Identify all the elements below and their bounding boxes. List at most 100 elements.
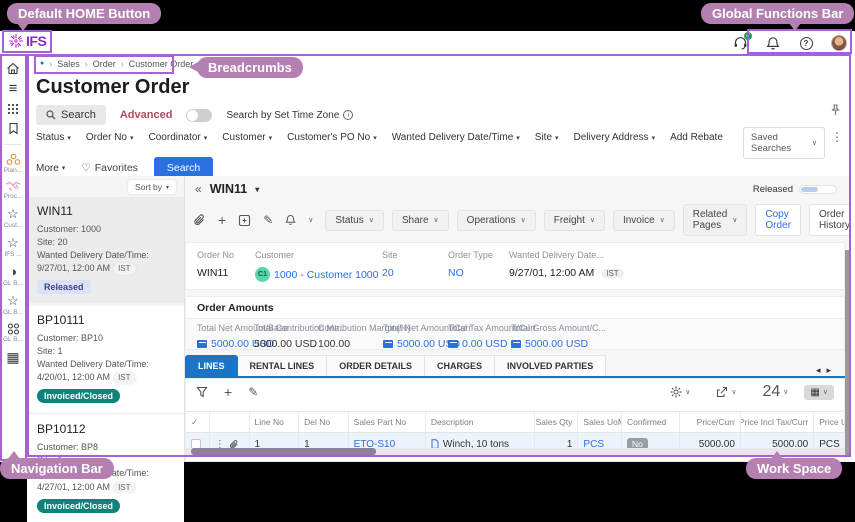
ifs-starburst-icon [8,33,24,49]
tab-charges[interactable]: CHARGES [425,355,495,376]
nav-apps[interactable] [7,103,19,115]
add-line-icon[interactable]: + [224,384,232,400]
search-options-kebab[interactable]: ⋮ [831,130,843,144]
nav-gl-balance-2[interactable]: ☆ GL B... [3,294,23,316]
filter-more[interactable]: More▾ [36,163,65,174]
view-mode-button[interactable]: ▦∨ [804,385,834,400]
timezone-pill: IST [601,269,623,278]
customer-link: 1000 - Customer 1000 [274,269,378,281]
list-item[interactable]: WIN11 Customer: 1000 Site: 20 Wanted Del… [27,197,184,303]
order-amounts-section: Order Amounts Total Net Amount/Base 5000… [185,296,845,350]
callout-breadcrumbs: Breadcrumbs [197,57,303,78]
grid-export[interactable]: ∨ [716,386,736,398]
vertical-scrollbar[interactable] [845,250,850,455]
info-icon[interactable]: i [343,110,353,120]
grid-settings[interactable]: ∨ [670,386,690,398]
assistant-online-badge: ✓ [744,32,752,40]
assistant-headset-icon[interactable]: ✓ [732,35,748,51]
nav-home[interactable] [6,62,20,75]
nav-menu[interactable]: ≡ [9,82,18,96]
filter-delivery-address[interactable]: Delivery Address▾ [574,132,656,143]
filter-coordinator[interactable]: Coordinator▾ [149,132,208,143]
nav-gl-balance-3[interactable]: GL B... [3,323,23,343]
tab-rental-lines[interactable]: RENTAL LINES [238,355,328,376]
filter-bar: Status▾ Order No▾ Coordinator▾ Customer▾… [36,132,726,143]
page-size-select[interactable]: 24∨ [763,383,789,401]
breadcrumb: ● › Sales › Order › Customer Order ⟳ [40,58,206,69]
filter-site[interactable]: Site▾ [535,132,559,143]
duplicate-icon[interactable] [238,214,251,227]
navigation-bar: ≡ Plan... Proc... ☆ Cust... ☆ IFS ... ◑ … [0,54,27,462]
filter-customers-po-no[interactable]: Customer's PO No▾ [287,132,377,143]
invoice-dropdown[interactable]: Invoice∨ [613,210,675,231]
edit-icon[interactable]: ✎ [263,213,273,227]
calculator-icon [448,340,458,348]
breadcrumb-item-order[interactable]: Order [93,59,116,69]
select-all-check[interactable]: ✓ [186,412,210,432]
filter-order-no[interactable]: Order No▾ [86,132,134,143]
home-logo-button[interactable]: IFS [8,33,46,49]
copy-order-button[interactable]: Copy Order [755,204,801,236]
list-item[interactable]: BP10111 Customer: BP10 Site: 1 Wanted De… [27,306,184,412]
apps-grid-icon [7,103,19,115]
notifications-bell-icon[interactable] [765,35,781,51]
released-progress-toggle[interactable] [799,185,837,194]
breadcrumb-home-dot[interactable]: ● [40,60,44,67]
help-history-icon[interactable]: ? [798,35,814,51]
search-mode-button[interactable]: Search [36,105,106,125]
status-badge: Invoiced/Closed [37,389,120,403]
advanced-search-link[interactable]: Advanced [120,109,173,121]
nav-planning[interactable]: Plan... [4,153,22,174]
lines-table: + ✎ ∨ ∨ 24∨ ▦∨ ✓ [185,378,845,462]
freight-dropdown[interactable]: Freight∨ [544,210,605,231]
edit-line-icon[interactable]: ✎ [248,385,258,399]
related-pages-dropdown[interactable]: Related Pages∨ [683,204,748,236]
breadcrumb-item-sales[interactable]: Sales [57,59,80,69]
nav-calculator[interactable]: ▦ [6,350,19,364]
tab-order-details[interactable]: ORDER DETAILS [327,355,425,376]
order-history-button[interactable]: Order History [809,204,851,236]
operations-dropdown[interactable]: Operations∨ [457,210,536,231]
table-header: ✓ Line No Del No Sales Part No Descripti… [186,411,844,433]
breadcrumb-item-customer-order[interactable]: Customer Order [129,59,194,69]
alerts-bell-icon[interactable] [285,214,296,226]
tab-involved-parties[interactable]: INVOLVED PARTIES [495,355,606,376]
timezone-label: Search by Set Time Zone i [226,110,353,121]
collapse-panel-icon[interactable]: « [195,182,202,196]
user-avatar[interactable] [831,35,847,51]
star-icon: ☆ [7,207,19,221]
status-dropdown[interactable]: Status∨ [325,210,383,231]
share-dropdown[interactable]: Share∨ [392,210,449,231]
add-icon[interactable]: + [218,212,226,228]
pin-icon[interactable] [830,104,841,116]
star-icon: ☆ [7,236,19,250]
record-list-panel: Sort by▾ WIN11 Customer: 1000 Site: 20 W… [27,176,185,462]
tab-scroll-arrows[interactable]: ◂▸ [816,365,845,376]
chevron-down-icon[interactable]: ∨ [308,216,313,224]
nav-procurement[interactable]: Proc... [4,181,23,200]
horizontal-scrollbar[interactable] [186,448,846,455]
sort-by-dropdown[interactable]: Sort by▾ [128,180,176,194]
tab-lines[interactable]: LINES [185,355,238,376]
attachment-icon[interactable] [193,213,206,227]
nav-bookmark[interactable] [8,122,19,135]
timezone-toggle[interactable] [186,109,212,122]
record-dropdown-icon[interactable]: ▾ [255,185,259,194]
filter-wanted-delivery[interactable]: Wanted Delivery Date/Time▾ [392,132,520,143]
filter-status[interactable]: Status▾ [36,132,71,143]
status-badge: Invoiced/Closed [37,499,120,513]
nav-customer[interactable]: ☆ Cust... [4,207,23,229]
filter-funnel-icon[interactable] [196,386,208,398]
status-badge: Released [37,280,91,294]
saved-searches-select[interactable]: Saved Searches∨ [743,127,825,159]
planning-cluster-icon [6,153,21,166]
site-link[interactable]: 20 [382,267,398,279]
nav-ifs[interactable]: ☆ IFS ... [4,236,21,258]
order-type-link[interactable]: NO [448,267,493,279]
filter-add-rebate-customer[interactable]: Add Rebate Customer▾ [670,132,726,143]
timezone-pill: IST [113,263,135,275]
nav-gl-balance-1[interactable]: ◑ GL B... [3,265,23,287]
favorites-button[interactable]: ♡Favorites [81,162,138,174]
filter-customer[interactable]: Customer▾ [222,132,272,143]
field-order-type: Order Type NO [448,250,493,279]
